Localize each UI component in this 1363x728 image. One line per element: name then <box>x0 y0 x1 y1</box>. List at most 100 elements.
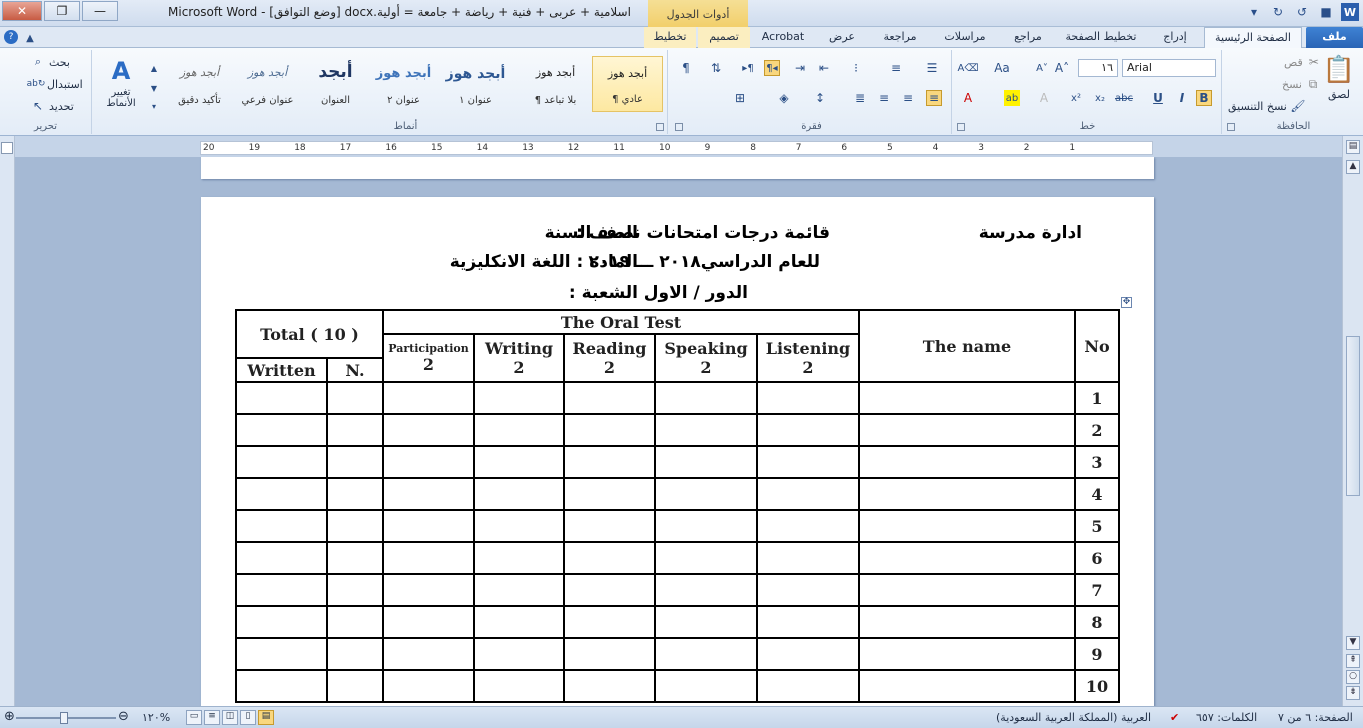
table-cell[interactable] <box>563 477 656 511</box>
ruler-toggle-icon[interactable]: ▤ <box>1346 140 1360 154</box>
full-screen-reading-icon[interactable]: ▯ <box>240 710 256 725</box>
save-icon[interactable]: ■ <box>1317 3 1335 21</box>
style-item[interactable]: أبجد العنوان <box>300 56 371 112</box>
table-cell[interactable] <box>654 381 758 415</box>
horizontal-ruler[interactable]: 20 19 18 17 16 15 14 13 12 11 10 9 8 7 6 5 4 3 2 1 <box>200 141 1153 155</box>
align-left-icon[interactable]: ≡ <box>876 90 892 106</box>
table-cell[interactable] <box>235 541 328 575</box>
table-cell[interactable] <box>563 669 656 703</box>
table-cell[interactable] <box>756 605 860 639</box>
shrink-font-icon[interactable]: A˅ <box>1034 60 1050 76</box>
table-cell[interactable] <box>654 605 758 639</box>
table-cell[interactable] <box>235 605 328 639</box>
center-icon[interactable]: ≡ <box>900 90 916 106</box>
shading-icon[interactable]: ◈ <box>776 90 792 106</box>
table-cell[interactable] <box>235 509 328 543</box>
table-cell[interactable] <box>858 573 1076 607</box>
styles-more-icon[interactable]: ▾ <box>146 98 162 114</box>
table-cell[interactable] <box>858 477 1076 511</box>
increase-indent-icon[interactable]: ⇥ <box>792 60 808 76</box>
table-cell[interactable] <box>563 445 656 479</box>
copy-button[interactable]: نسخ ⧉ <box>1282 76 1321 92</box>
print-layout-icon[interactable]: ▤ <box>258 710 274 725</box>
table-cell[interactable] <box>382 381 475 415</box>
table-cell[interactable] <box>654 637 758 671</box>
table-cell[interactable] <box>473 381 565 415</box>
table-cell[interactable] <box>473 669 565 703</box>
table-move-handle-icon[interactable]: ✥ <box>1121 297 1132 308</box>
change-styles-button[interactable]: A تغيير الأنماط <box>102 56 140 109</box>
zoom-level[interactable]: ١٢٠% <box>142 711 170 724</box>
select-button[interactable]: ↖ تحديد <box>30 98 74 114</box>
minimize-window-button[interactable]: — <box>82 1 118 21</box>
table-cell[interactable] <box>654 477 758 511</box>
style-item-normal[interactable]: أبجد هوز ¶ عادي <box>592 56 663 112</box>
table-cell[interactable] <box>858 445 1076 479</box>
tab-page-layout[interactable]: تخطيط الصفحة <box>1058 27 1144 48</box>
style-item[interactable]: أبجد هوز عنوان فرعي <box>232 56 303 112</box>
format-painter-button[interactable]: نسخ التنسيق 🖌 <box>1228 98 1306 114</box>
table-cell[interactable] <box>235 573 328 607</box>
table-cell[interactable] <box>235 477 328 511</box>
table-cell[interactable] <box>382 413 475 447</box>
scroll-up-icon[interactable]: ▲ <box>1346 160 1360 174</box>
table-cell[interactable] <box>473 541 565 575</box>
table-cell[interactable] <box>382 605 475 639</box>
table-cell[interactable] <box>654 541 758 575</box>
document-page[interactable]: ادارة مدرسة قائمة درجات امتحانات نصف الس… <box>201 197 1154 706</box>
grow-font-icon[interactable]: A˄ <box>1054 60 1070 76</box>
language-status[interactable]: العربية (المملكة العربية السعودية) <box>996 711 1151 724</box>
table-cell[interactable] <box>473 413 565 447</box>
line-spacing-icon[interactable]: ↕ <box>812 90 828 106</box>
table-cell[interactable] <box>563 509 656 543</box>
tab-home[interactable]: الصفحة الرئيسية <box>1204 27 1302 48</box>
style-item[interactable]: أبجد هوز تأكيد دقيق <box>164 56 235 112</box>
draft-view-icon[interactable]: ▭ <box>186 710 202 725</box>
font-size-field[interactable]: ١٦ <box>1078 59 1118 77</box>
sort-icon[interactable]: ⇅ <box>708 60 724 76</box>
table-cell[interactable] <box>326 605 384 639</box>
table-cell[interactable] <box>563 637 656 671</box>
table-cell[interactable] <box>473 509 565 543</box>
table-cell[interactable] <box>654 509 758 543</box>
change-case-icon[interactable]: Aa <box>994 60 1010 76</box>
table-cell[interactable] <box>382 509 475 543</box>
table-cell[interactable] <box>858 669 1076 703</box>
table-cell[interactable] <box>382 477 475 511</box>
show-marks-icon[interactable]: ¶ <box>678 60 694 76</box>
paragraph-launcher-icon[interactable] <box>675 123 683 131</box>
table-cell[interactable] <box>326 381 384 415</box>
table-cell[interactable] <box>654 669 758 703</box>
table-cell[interactable] <box>382 541 475 575</box>
style-item[interactable]: أبجد هوز ¶ بلا تباعد <box>520 56 591 112</box>
table-cell[interactable] <box>235 381 328 415</box>
table-cell[interactable] <box>563 381 656 415</box>
table-cell[interactable] <box>563 541 656 575</box>
table-cell[interactable] <box>756 637 860 671</box>
tab-design[interactable]: تصميم <box>698 27 750 48</box>
style-item[interactable]: أبجد هوز عنوان ١ <box>440 56 511 112</box>
web-layout-icon[interactable]: ◫ <box>222 710 238 725</box>
paste-button[interactable]: 📋 لصق <box>1323 54 1355 101</box>
decrease-indent-icon[interactable]: ⇤ <box>816 60 832 76</box>
table-cell[interactable] <box>326 541 384 575</box>
table-cell[interactable] <box>382 637 475 671</box>
tab-selector-icon[interactable] <box>1 142 13 154</box>
undo-icon[interactable]: ↺ <box>1293 3 1311 21</box>
table-cell[interactable] <box>756 573 860 607</box>
highlight-icon[interactable]: ab <box>1004 90 1020 106</box>
cut-button[interactable]: قص ✂ <box>1284 54 1322 70</box>
table-cell[interactable] <box>326 413 384 447</box>
table-cell[interactable] <box>326 477 384 511</box>
outline-view-icon[interactable]: ≡ <box>204 710 220 725</box>
table-cell[interactable] <box>235 413 328 447</box>
scroll-down-icon[interactable]: ▼ <box>1346 636 1360 650</box>
table-cell[interactable] <box>654 573 758 607</box>
table-cell[interactable] <box>756 413 860 447</box>
tab-layout[interactable]: تخطيط <box>644 27 696 48</box>
strikethrough-icon[interactable]: abc <box>1115 90 1133 106</box>
table-cell[interactable] <box>756 381 860 415</box>
table-cell[interactable] <box>473 637 565 671</box>
table-cell[interactable] <box>473 445 565 479</box>
font-name-field[interactable]: Arial <box>1122 59 1216 77</box>
